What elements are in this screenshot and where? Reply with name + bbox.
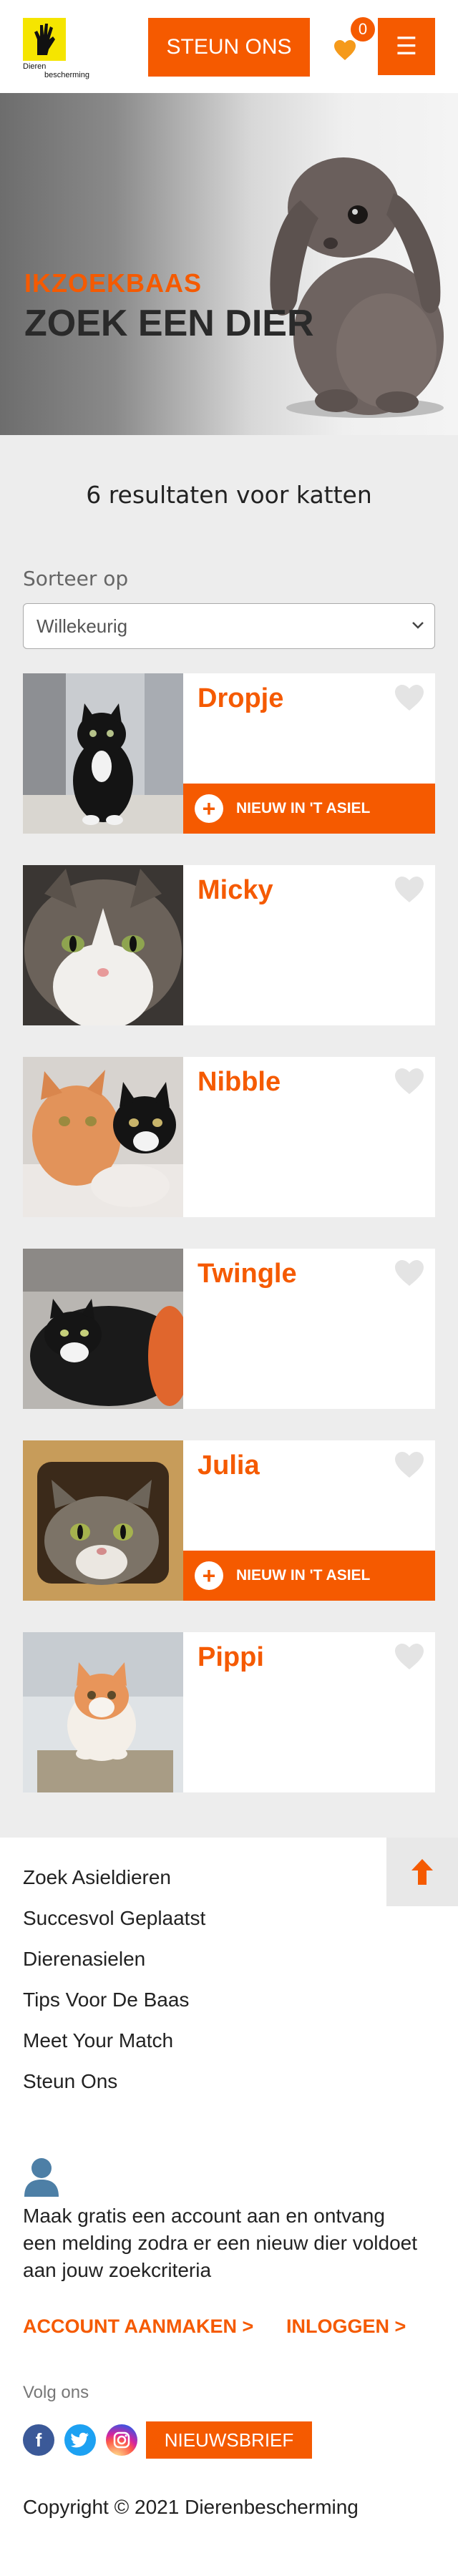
animal-card[interactable]: Julia + NIEUW IN 'T ASIEL: [23, 1440, 435, 1601]
hamburger-menu-button[interactable]: ☰: [378, 18, 435, 75]
plus-icon: +: [195, 794, 223, 823]
favorite-heart-icon[interactable]: [394, 683, 425, 712]
cat-photo: [23, 1057, 183, 1217]
favorite-heart-icon[interactable]: [394, 1450, 425, 1479]
newsletter-button[interactable]: NIEUWSBRIEF: [146, 2421, 312, 2459]
favorites-heart-icon[interactable]: [333, 39, 356, 61]
user-icon: [24, 2158, 59, 2197]
create-account-link[interactable]: ACCOUNT AANMAKEN >: [23, 2316, 253, 2338]
twitter-bird-glyph: [71, 2432, 89, 2448]
favorite-heart-icon[interactable]: [394, 1067, 425, 1096]
new-in-shelter-badge: + NIEUW IN 'T ASIEL: [183, 784, 435, 834]
follow-us-label: Volg ons: [23, 2383, 89, 2402]
footer-link-steun-ons[interactable]: Steun Ons: [23, 2070, 205, 2111]
logo-text-top: Dieren: [23, 62, 47, 71]
animal-card[interactable]: Nibble: [23, 1057, 435, 1217]
favorites-count-badge: 0: [351, 17, 375, 42]
plus-icon: +: [195, 1561, 223, 1590]
favorite-heart-icon[interactable]: [394, 875, 425, 904]
login-link[interactable]: INLOGGEN >: [286, 2316, 406, 2338]
animal-name[interactable]: Pippi: [198, 1642, 264, 1673]
facebook-icon[interactable]: f: [23, 2424, 54, 2456]
site-footer: Zoek Asieldieren Succesvol Geplaatst Die…: [0, 1838, 458, 2576]
badge-label: NIEUW IN 'T ASIEL: [236, 1567, 371, 1584]
dierenbescherming-logo[interactable]: Dieren bescherming: [23, 18, 102, 79]
sort-select[interactable]: Willekeurig: [23, 603, 435, 649]
favorite-heart-icon[interactable]: [394, 1642, 425, 1671]
cat-photo: [23, 865, 183, 1025]
instagram-icon[interactable]: [106, 2424, 137, 2456]
badge-label: NIEUW IN 'T ASIEL: [236, 800, 371, 816]
animal-name[interactable]: Dropje: [198, 683, 283, 714]
back-to-top-button[interactable]: [386, 1838, 458, 1906]
arrow-up-icon: [411, 1859, 433, 1885]
hero-title: ZOEK EEN DIER: [24, 303, 314, 344]
new-in-shelter-badge: + NIEUW IN 'T ASIEL: [183, 1551, 435, 1601]
rabbit-photo: [270, 157, 444, 418]
hand-logo-icon: [34, 24, 55, 55]
site-header: Dieren bescherming STEUN ONS 0 ☰: [0, 0, 458, 93]
footer-link-dierenasielen[interactable]: Dierenasielen: [23, 1948, 205, 1989]
sort-label: Sorteer op: [23, 567, 129, 590]
hero-banner: IKZOEKBAAS ZOEK EEN DIER: [0, 93, 458, 435]
footer-nav: Zoek Asieldieren Succesvol Geplaatst Die…: [23, 1866, 205, 2111]
animal-name[interactable]: Twingle: [198, 1259, 297, 1289]
animal-card[interactable]: Dropje + NIEUW IN 'T ASIEL: [23, 673, 435, 834]
animal-card[interactable]: Pippi: [23, 1632, 435, 1792]
footer-link-tips[interactable]: Tips Voor De Baas: [23, 1989, 205, 2029]
footer-link-meet-your-match[interactable]: Meet Your Match: [23, 2029, 205, 2070]
results-title: 6 resultaten voor katten: [86, 481, 372, 509]
animal-name[interactable]: Micky: [198, 875, 273, 906]
sort-select-value: Willekeurig: [36, 615, 128, 637]
cat-photo: [23, 673, 183, 834]
logo-text-bottom: bescherming: [44, 71, 89, 79]
animal-name[interactable]: Nibble: [198, 1067, 281, 1098]
copyright-text: Copyright © 2021 Dierenbescherming: [23, 2496, 359, 2518]
chevron-down-icon: [412, 622, 424, 629]
favorite-heart-icon[interactable]: [394, 1259, 425, 1287]
animal-card[interactable]: Twingle: [23, 1249, 435, 1409]
account-promo-text: Maak gratis een account aan en ontvang e…: [23, 2205, 418, 2281]
twitter-icon[interactable]: [64, 2424, 96, 2456]
footer-link-succesvol-geplaatst[interactable]: Succesvol Geplaatst: [23, 1907, 205, 1948]
instagram-camera-glyph: [113, 2431, 130, 2449]
cat-photo: [23, 1440, 183, 1601]
cat-photo: [23, 1632, 183, 1792]
hero-subtitle: IKZOEKBAAS: [24, 268, 203, 298]
steun-ons-button[interactable]: STEUN ONS: [148, 18, 310, 77]
animal-card[interactable]: Micky: [23, 865, 435, 1025]
cat-photo: [23, 1249, 183, 1409]
footer-link-zoek-asieldieren[interactable]: Zoek Asieldieren: [23, 1866, 205, 1907]
animal-name[interactable]: Julia: [198, 1450, 260, 1481]
